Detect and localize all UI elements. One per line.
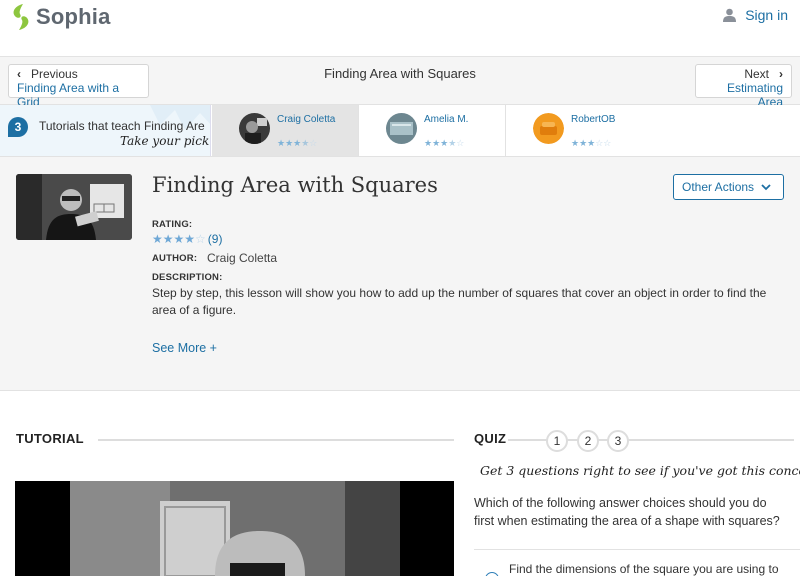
chevron-right-icon: › [779,67,783,81]
star-rating: ★★★☆☆ [571,138,612,148]
other-actions-button[interactable]: Other Actions [673,174,784,200]
description-label: DESCRIPTION: [152,272,223,283]
picker-item-robertob[interactable]: RobertOB ★★★☆☆ [506,105,653,156]
tutorial-details: Finding Area with Squares Other Actions … [0,157,800,391]
sign-in-label: Sign in [745,7,788,23]
take-your-pick-text: Take your pick: [120,134,211,148]
quiz-question-text: Which of the following answer choices sh… [474,496,780,528]
site-header: Sophia Sign in [0,0,800,57]
tutorial-heading: TUTORIAL [16,431,84,446]
answer-text: Find the dimensions of the square you ar… [509,562,779,576]
picker-item-name: Craig Coletta [277,114,336,125]
tutorial-thumbnail[interactable] [16,174,132,240]
picker-intro: 3 Tutorials that teach Finding Are Take … [0,105,211,156]
quiz-hint: Get 3 questions right to see if you've g… [480,463,800,478]
answer-option[interactable]: Find the dimensions of the square you ar… [474,549,800,576]
chevron-down-icon [761,175,771,207]
quiz-question-3[interactable]: 3 [607,430,629,452]
tutorial-nav-bar: ‹ Previous Finding Area with a Grid Findi… [0,57,800,109]
picker-item-name: RobertOB [571,114,616,125]
answer-radio[interactable] [485,572,499,576]
quiz-question-1[interactable]: 1 [546,430,568,452]
author-name: Craig Coletta [207,251,278,265]
picker-item-craig-coletta[interactable]: Craig Coletta ★★★★☆ [212,105,359,156]
divider [98,439,454,441]
picker-item-name: Amelia M. [424,114,469,125]
star-rating: ★★★★☆ [277,138,318,148]
next-button[interactable]: Next › Estimating Area [695,64,792,109]
tutorial-count-badge: 3 [8,117,28,137]
quiz-heading: QUIZ [474,431,507,446]
star-rating: ★★★★☆ [152,232,206,246]
tutorial-rating[interactable]: ★★★★☆ (9) [152,232,222,246]
rating-label: RATING: [152,219,193,230]
tutorial-title: Finding Area with Squares [152,173,438,197]
logo-text: Sophia [36,4,111,29]
quiz-question-2[interactable]: 2 [577,430,599,452]
see-more-link[interactable]: See More + [152,341,217,355]
sign-in-link[interactable]: Sign in [723,7,788,23]
other-actions-label: Other Actions [682,180,755,194]
tutorial-video[interactable] [15,481,454,576]
picker-item-amelia-m[interactable]: Amelia M. ★★★★☆ [359,105,506,156]
avatar [239,113,270,144]
user-icon [723,8,737,22]
avatar [533,113,564,144]
nav-title: Finding Area with Squares [324,66,476,81]
star-rating: ★★★★☆ [424,138,465,148]
avatar [386,113,417,144]
picker-label: Tutorials that teach Finding Are [39,119,205,133]
next-label: Next [744,67,769,81]
rating-count: (9) [207,232,223,246]
sophia-logo[interactable]: Sophia [10,3,111,31]
sophia-leaf-icon [13,4,29,30]
author-label: AUTHOR: [152,253,198,264]
tutorial-description: Step by step, this lesson will show you … [152,286,767,317]
tutorial-picker: 3 Tutorials that teach Finding Are Take … [0,105,800,157]
